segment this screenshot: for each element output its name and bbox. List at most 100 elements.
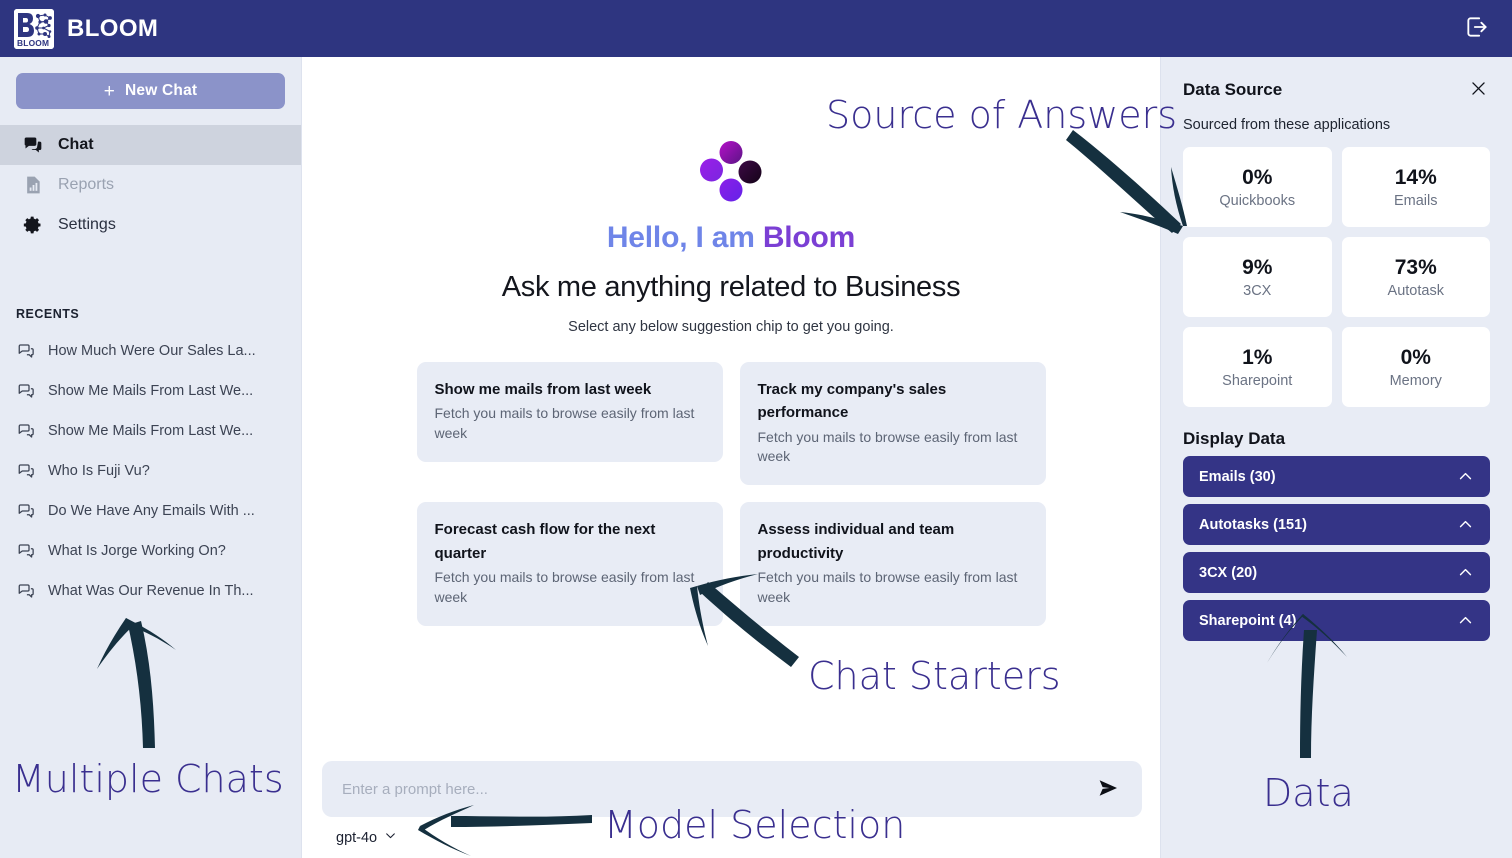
prompt-input[interactable] [342, 780, 1090, 798]
chevron-up-icon [1457, 468, 1474, 485]
svg-text:BLOOM: BLOOM [17, 38, 49, 48]
recent-label: What Is Jorge Working On? [48, 543, 226, 559]
chip-title: Assess individual and team productivity [757, 521, 955, 562]
accordion-autotasks[interactable]: Autotasks (151) [1183, 504, 1490, 545]
sidebar: + New Chat Chat Reports Settings RECENTS… [0, 57, 302, 858]
chip-description: Fetch you mails to browse easily from la… [434, 405, 695, 442]
chat-bubble-icon [16, 461, 36, 481]
suggestion-chip[interactable]: Track my company's sales performance Fet… [739, 362, 1046, 486]
composer [322, 761, 1142, 817]
accordion-emails[interactable]: Emails (30) [1183, 456, 1490, 497]
logout-button[interactable] [1460, 12, 1494, 46]
chevron-up-icon [1457, 612, 1474, 629]
app-header: BLOOM BLOOM [0, 0, 1512, 57]
source-card[interactable]: 73% Autotask [1341, 237, 1490, 317]
recent-label: How Much Were Our Sales La... [48, 343, 256, 359]
recent-label: Who Is Fuji Vu? [48, 463, 150, 479]
sidebar-item-settings[interactable]: Settings [0, 205, 301, 245]
list-item[interactable]: What Was Our Revenue In Th... [0, 571, 301, 611]
source-name: Memory [1389, 372, 1442, 389]
list-item[interactable]: Who Is Fuji Vu? [0, 451, 301, 491]
chat-bubble-icon [16, 541, 36, 561]
panel-subtitle: Sourced from these applications [1183, 117, 1391, 133]
bloom-logo-icon: BLOOM [14, 8, 54, 49]
chat-bubble-icon [16, 501, 36, 521]
sidebar-item-label: Settings [58, 216, 116, 233]
chat-bubble-icon [16, 581, 36, 601]
logout-icon [1464, 14, 1490, 43]
accordion-label: 3CX (20) [1199, 564, 1258, 581]
chip-description: Fetch you mails to browse easily from la… [757, 428, 1018, 465]
recents-title: RECENTS [16, 307, 80, 321]
accordion-label: Autotasks (151) [1199, 516, 1307, 533]
chevron-up-icon [1457, 516, 1474, 533]
source-name: 3CX [1243, 282, 1272, 299]
hello-prefix: Hello, I am [606, 221, 763, 254]
display-data-list: Emails (30) Autotasks (151) 3CX (20) Sha… [1183, 456, 1490, 641]
source-card[interactable]: 0% Quickbooks [1183, 147, 1332, 227]
gear-icon [22, 214, 44, 236]
brand: BLOOM BLOOM [14, 8, 158, 49]
recent-label: Show Me Mails From Last We... [48, 423, 254, 439]
suggestion-chip[interactable]: Show me mails from last week Fetch you m… [416, 362, 723, 462]
accordion-label: Sharepoint (4) [1199, 612, 1297, 629]
new-chat-label: New Chat [125, 82, 198, 99]
accordion-sharepoint[interactable]: Sharepoint (4) [1183, 600, 1490, 641]
chip-title: Forecast cash flow for the next quarter [434, 521, 656, 562]
list-item[interactable]: Show Me Mails From Last We... [0, 411, 301, 451]
new-chat-button[interactable]: + New Chat [16, 73, 285, 109]
report-document-icon [22, 174, 44, 196]
list-item[interactable]: Do We Have Any Emails With ... [0, 491, 301, 531]
model-selector[interactable]: gpt-4o [336, 829, 397, 846]
model-selected-label: gpt-4o [336, 829, 378, 846]
source-grid: 0% Quickbooks 14% Emails 9% 3CX 73% Auto… [1183, 147, 1490, 407]
bloom-dots-icon [698, 139, 764, 205]
list-item[interactable]: What Is Jorge Working On? [0, 531, 301, 571]
suggestion-chips: Show me mails from last week Fetch you m… [416, 362, 1046, 626]
composer-area: gpt-4o [322, 761, 1142, 846]
recent-label: What Was Our Revenue In Th... [48, 583, 254, 599]
chevron-down-icon [384, 829, 397, 846]
recents-section: RECENTS How Much Were Our Sales La... Sh… [0, 307, 301, 611]
source-percent: 0% [1400, 345, 1431, 369]
recent-label: Do We Have Any Emails With ... [48, 503, 255, 519]
source-card[interactable]: 14% Emails [1341, 147, 1490, 227]
chat-bubble-icon [16, 341, 36, 361]
send-arrow-icon [1096, 776, 1120, 803]
chip-description: Fetch you mails to browse easily from la… [757, 568, 1018, 605]
list-item[interactable]: How Much Were Our Sales La... [0, 331, 301, 371]
source-card[interactable]: 1% Sharepoint [1183, 327, 1332, 407]
source-name: Sharepoint [1222, 372, 1293, 389]
display-data-title: Display Data [1183, 429, 1286, 448]
source-percent: 73% [1394, 255, 1437, 279]
data-source-panel: Data Source Sourced from these applicati… [1160, 57, 1512, 858]
accordion-label: Emails (30) [1199, 468, 1276, 485]
source-name: Quickbooks [1219, 192, 1296, 209]
suggestion-chip[interactable]: Assess individual and team productivity … [739, 502, 1046, 626]
source-card[interactable]: 0% Memory [1341, 327, 1490, 407]
chip-title: Track my company's sales performance [757, 381, 947, 422]
sidebar-item-reports[interactable]: Reports [0, 165, 301, 205]
source-percent: 14% [1394, 165, 1437, 189]
suggestion-hint: Select any below suggestion chip to get … [568, 319, 894, 335]
chip-description: Fetch you mails to browse easily from la… [434, 568, 695, 605]
chevron-up-icon [1457, 564, 1474, 581]
source-percent: 1% [1242, 345, 1273, 369]
list-item[interactable]: Show Me Mails From Last We... [0, 371, 301, 411]
hello-brand: Bloom [762, 221, 856, 254]
panel-header: Data Source [1183, 77, 1490, 103]
suggestion-chip[interactable]: Forecast cash flow for the next quarter … [416, 502, 723, 626]
send-button[interactable] [1090, 772, 1126, 807]
sidebar-item-label: Reports [58, 176, 115, 193]
chip-title: Show me mails from last week [434, 381, 652, 398]
source-percent: 9% [1242, 255, 1273, 279]
recent-label: Show Me Mails From Last We... [48, 383, 254, 399]
accordion-3cx[interactable]: 3CX (20) [1183, 552, 1490, 593]
source-card[interactable]: 9% 3CX [1183, 237, 1332, 317]
main-content: Hello, I am Bloom Ask me anything relate… [302, 57, 1160, 858]
source-percent: 0% [1242, 165, 1273, 189]
page-title: Hello, I am Bloom [606, 221, 856, 255]
sidebar-item-chat[interactable]: Chat [0, 125, 301, 165]
chat-bubble-icon [16, 381, 36, 401]
close-panel-button[interactable] [1467, 77, 1490, 103]
